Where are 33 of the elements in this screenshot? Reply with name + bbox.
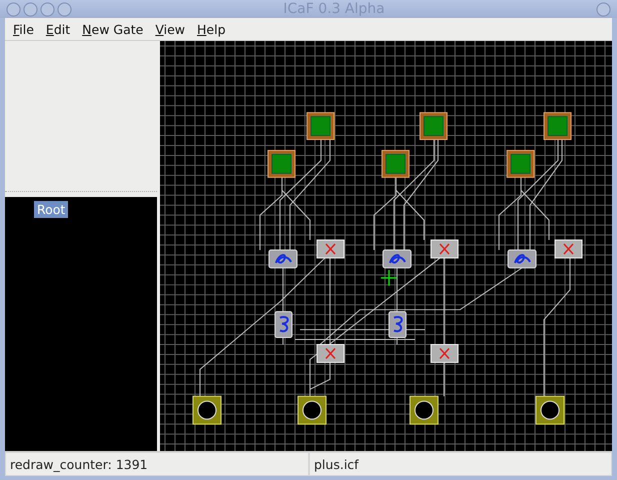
gate-icon [388, 311, 406, 338]
status-text: redraw_counter: 1391 [5, 452, 309, 476]
window-button-icon[interactable] [23, 2, 38, 16]
input-switch-icon [506, 150, 534, 178]
input-switch-icon [382, 150, 410, 178]
window-button-icon[interactable] [57, 2, 72, 16]
gate-icon [274, 311, 292, 338]
menu-item[interactable]: View [149, 22, 191, 36]
output-lamp-icon [192, 396, 222, 425]
window-button-icon[interactable] [6, 2, 21, 16]
output-lamp-icon [410, 396, 438, 425]
gate-icon [316, 344, 344, 363]
input-switch-icon [420, 112, 448, 140]
gate-icon [382, 249, 412, 268]
output-lamp-icon [536, 396, 564, 425]
status-text: plus.icf [309, 452, 612, 476]
window-button-icon[interactable] [596, 2, 611, 16]
menu-item[interactable]: File [7, 22, 40, 36]
gate-icon [508, 249, 536, 268]
menu-item[interactable]: Help [191, 22, 232, 36]
gate-icon [430, 240, 458, 258]
gate-icon [316, 240, 344, 258]
menu-item[interactable]: Edit [40, 22, 76, 36]
gate-icon [554, 240, 582, 258]
input-switch-icon [544, 112, 572, 140]
gate-icon [268, 249, 298, 268]
gate-icon [430, 344, 458, 363]
input-switch-icon [268, 150, 296, 178]
menu-item[interactable]: New Gate [76, 22, 150, 36]
output-lamp-icon [298, 396, 326, 425]
window-button-icon[interactable] [40, 2, 55, 16]
input-switch-icon [306, 112, 334, 140]
crosshair-icon [380, 269, 398, 287]
